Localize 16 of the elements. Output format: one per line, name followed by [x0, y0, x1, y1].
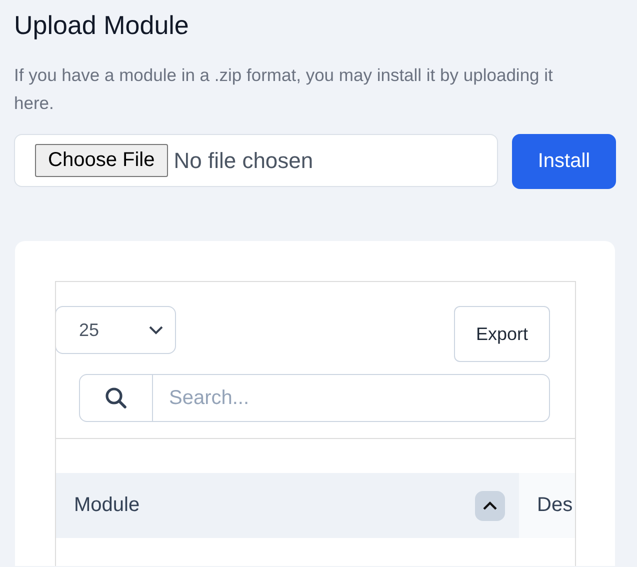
- install-button[interactable]: Install: [512, 134, 616, 189]
- choose-file-button[interactable]: Choose File: [35, 144, 168, 177]
- file-input[interactable]: Choose File No file chosen: [14, 134, 498, 187]
- chevron-down-icon: [149, 326, 163, 334]
- sort-button[interactable]: [475, 490, 505, 520]
- search-field[interactable]: Search...: [153, 374, 550, 422]
- column-header: Module: [74, 494, 140, 517]
- file-status-text: No file chosen: [174, 148, 314, 174]
- description-text: If you have a module in a .zip format, you may install it by uploading it here.: [14, 64, 554, 115]
- search-button[interactable]: [79, 374, 153, 422]
- chevron-up-icon: [483, 501, 497, 510]
- search-icon: [104, 386, 128, 410]
- export-button[interactable]: Export: [454, 306, 550, 362]
- page-size-select[interactable]: 25: [56, 306, 176, 354]
- column-header: Des: [537, 494, 573, 517]
- page-title: Upload Module: [14, 9, 189, 42]
